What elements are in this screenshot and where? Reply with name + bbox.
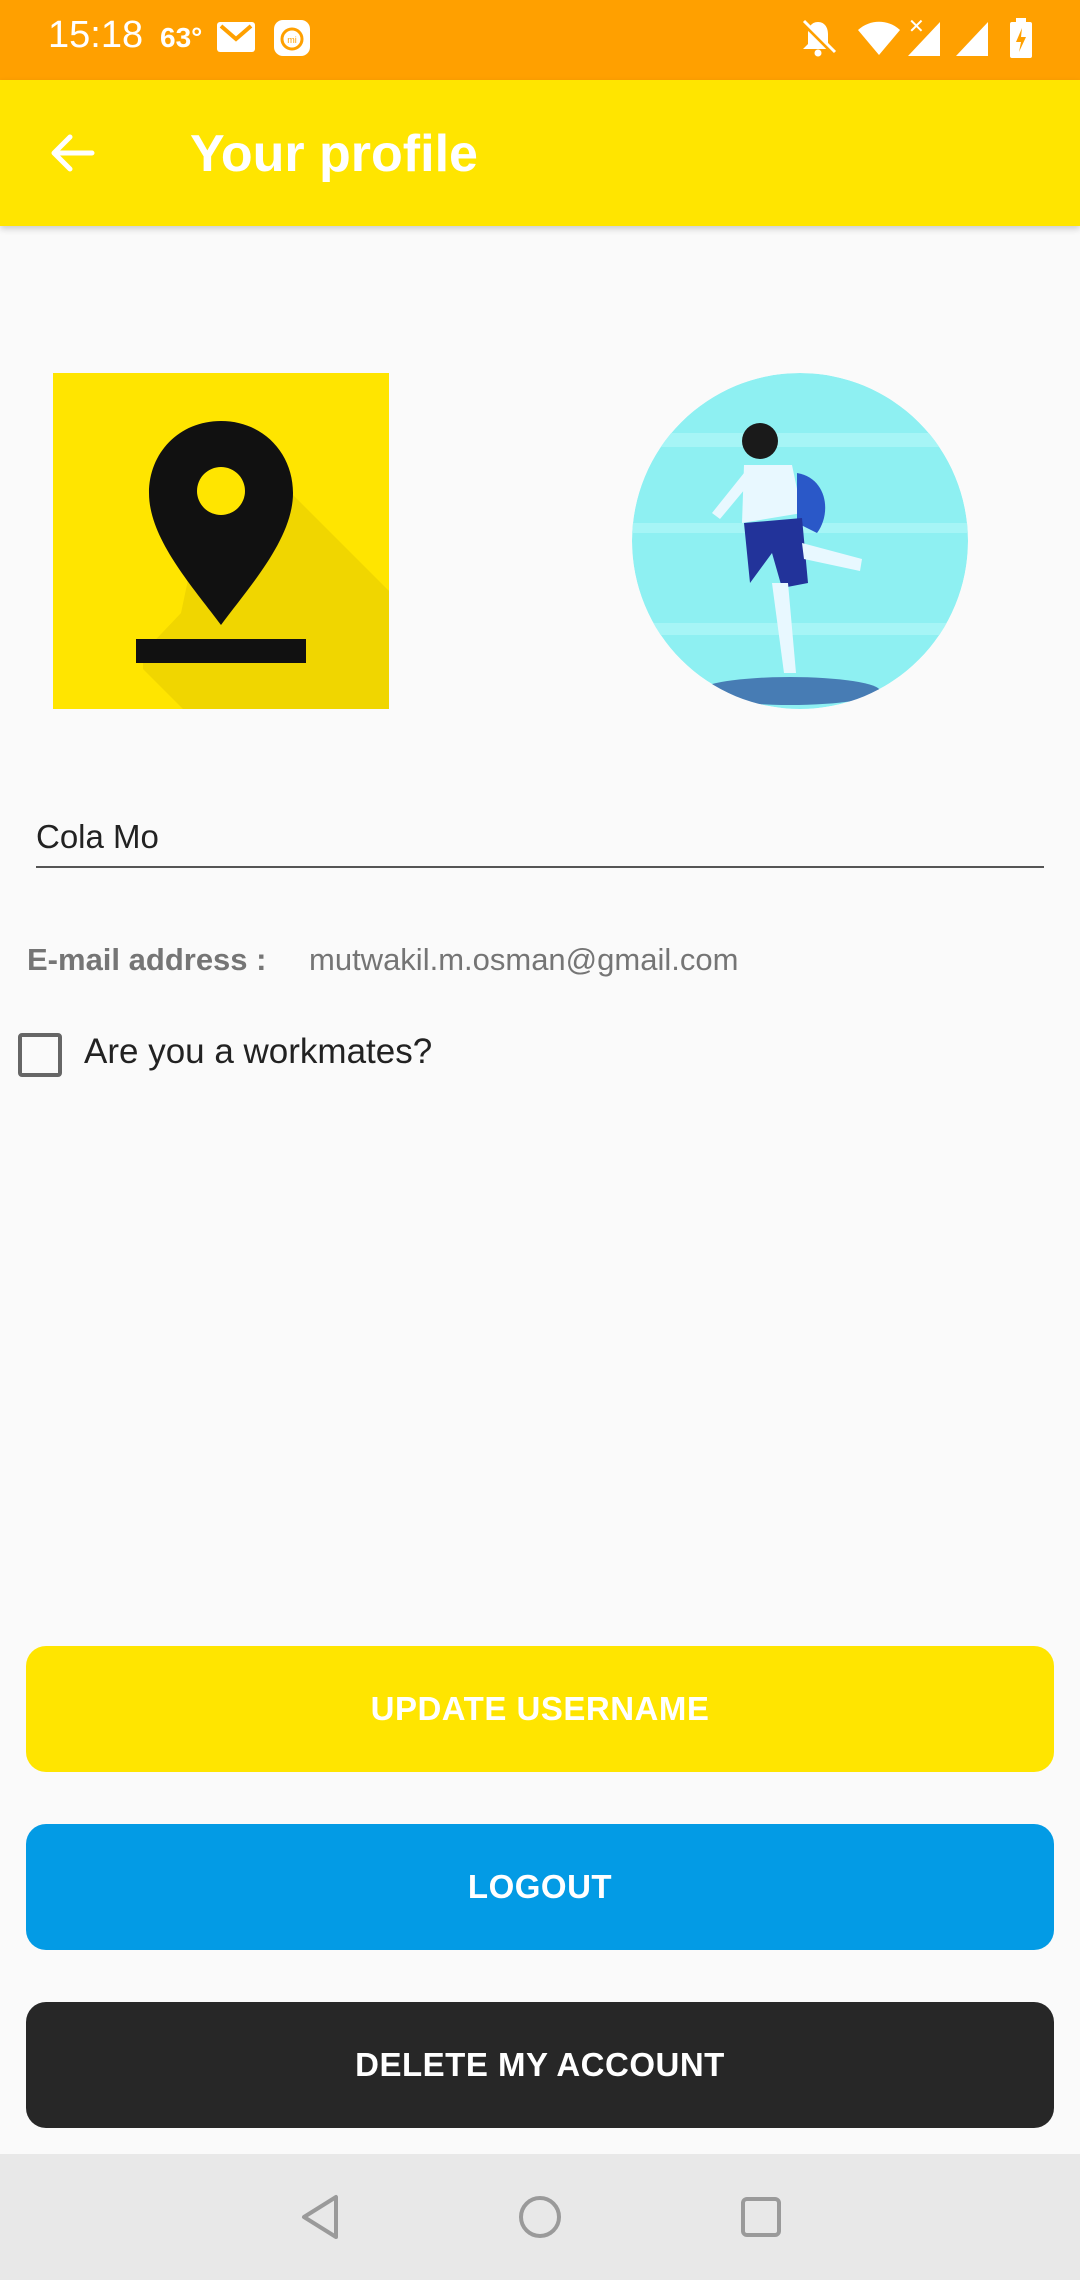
notifications-off-icon	[801, 19, 837, 57]
svg-text:mi: mi	[287, 35, 297, 45]
arrow-back-icon	[51, 134, 95, 172]
battery-icon	[1010, 18, 1032, 58]
signal-icon	[908, 22, 940, 56]
app-bar: Your profile	[0, 80, 1080, 226]
username-value: Cola Mo	[36, 818, 159, 855]
signal-icon	[956, 22, 988, 56]
user-photo	[632, 373, 968, 709]
update-username-button[interactable]: UPDATE USERNAME	[26, 1646, 1054, 1772]
system-nav-bar	[0, 2154, 1080, 2280]
home-circle-icon[interactable]	[516, 2191, 564, 2243]
recents-square-icon[interactable]	[737, 2191, 785, 2243]
map-pin-icon	[53, 373, 389, 709]
avatar[interactable]	[632, 373, 968, 709]
workmate-checkbox[interactable]	[18, 1033, 62, 1077]
app-logo	[53, 373, 389, 709]
wifi-icon	[858, 21, 900, 55]
page-title: Your profile	[190, 125, 478, 183]
email-label: E-mail address :	[27, 942, 267, 977]
status-bar: 15:18 63° mi ✕	[0, 0, 1080, 80]
status-time: 15:18	[48, 14, 144, 56]
email-value: mutwakil.m.osman@gmail.com	[309, 942, 739, 977]
gmail-icon	[217, 22, 255, 52]
back-triangle-icon[interactable]	[296, 2191, 344, 2243]
username-input[interactable]: Cola Mo	[36, 810, 1044, 868]
status-temperature: 63°	[160, 22, 203, 53]
mi-app-icon: mi	[274, 20, 310, 56]
workmate-checkbox-label[interactable]: Are you a workmates?	[84, 1032, 432, 1072]
logout-button[interactable]: LOGOUT	[26, 1824, 1054, 1950]
back-button[interactable]	[36, 117, 108, 189]
delete-account-button[interactable]: DELETE MY ACCOUNT	[26, 2002, 1054, 2128]
